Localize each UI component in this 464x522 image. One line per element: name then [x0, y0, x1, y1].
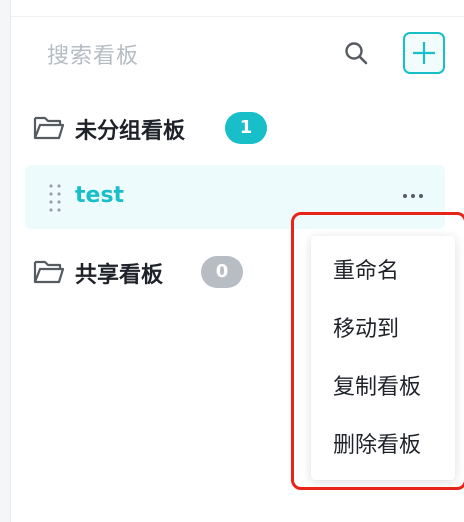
search-input[interactable]: 搜索看板: [47, 38, 139, 70]
more-icon[interactable]: [402, 191, 424, 201]
board-sidebar: 搜索看板 未分组看板 1 test 共享看板 0 重命名 移动到 复制看板 删除…: [10, 0, 464, 522]
group-ungrouped[interactable]: 未分组看板 1: [33, 112, 273, 144]
board-name: test: [75, 183, 125, 208]
annotation-highlight-box: [291, 212, 464, 490]
group-name: 未分组看板: [75, 119, 186, 144]
search-icon[interactable]: [343, 40, 369, 66]
divider: [11, 16, 464, 17]
count-badge: 1: [225, 112, 267, 144]
drag-handle-icon[interactable]: [47, 183, 63, 213]
folder-icon: [33, 260, 65, 284]
group-shared[interactable]: 共享看板 0: [33, 256, 253, 288]
group-name: 共享看板: [75, 263, 164, 288]
folder-icon: [33, 116, 65, 140]
add-board-button[interactable]: [403, 32, 445, 74]
plus-icon: [413, 42, 435, 64]
count-badge: 0: [201, 256, 243, 288]
